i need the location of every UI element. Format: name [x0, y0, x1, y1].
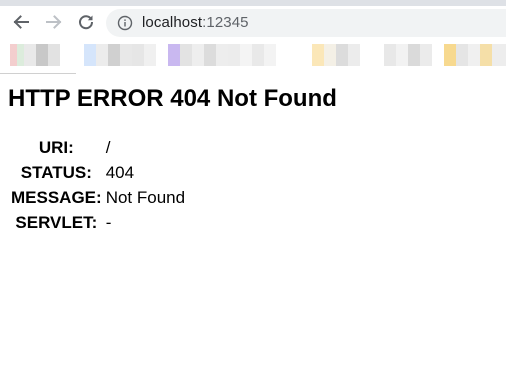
- page-content: HTTP ERROR 404 Not Found URI: / STATUS: …: [8, 84, 498, 232]
- bookmark-item[interactable]: [492, 44, 506, 66]
- bookmark-item[interactable]: [108, 44, 132, 66]
- bookmark-item[interactable]: [204, 44, 228, 66]
- bookmark-item[interactable]: [480, 44, 492, 66]
- url-port: :12345: [202, 14, 249, 31]
- back-button[interactable]: [7, 8, 35, 36]
- row-label-uri: URI:: [38, 137, 74, 157]
- bookmark-item[interactable]: [312, 44, 336, 66]
- error-details-table: URI: / STATUS: 404 MESSAGE: Not Found SE…: [9, 135, 187, 235]
- row-value-uri: /: [105, 137, 111, 157]
- bookmark-item[interactable]: [132, 44, 156, 66]
- bookmark-item[interactable]: [444, 44, 456, 66]
- address-bar[interactable]: localhost:12345: [106, 9, 506, 37]
- table-row: MESSAGE: Not Found: [11, 185, 185, 210]
- bookmark-item[interactable]: [84, 44, 96, 66]
- table-row: SERVLET: -: [11, 210, 185, 235]
- bookmark-item[interactable]: [228, 44, 252, 66]
- bookmark-item[interactable]: [168, 44, 180, 66]
- bookmark-item[interactable]: [96, 44, 108, 66]
- forward-button[interactable]: [40, 8, 68, 36]
- page-title: HTTP ERROR 404 Not Found: [8, 85, 337, 112]
- info-circle-icon[interactable]: [117, 15, 133, 31]
- bookmark-item[interactable]: [252, 44, 276, 66]
- row-value-status: 404: [105, 162, 135, 182]
- bookmark-item[interactable]: [10, 44, 24, 66]
- table-row: STATUS: 404: [11, 160, 185, 185]
- browser-toolbar: localhost:12345: [0, 6, 506, 40]
- bookmark-item[interactable]: [180, 44, 204, 66]
- browser-chrome: localhost:12345: [0, 0, 506, 76]
- toolbar-divider: [0, 73, 76, 74]
- reload-button[interactable]: [72, 8, 100, 36]
- row-label-servlet: SERVLET:: [15, 212, 98, 232]
- bookmark-item[interactable]: [456, 44, 480, 66]
- arrow-right-icon: [46, 15, 62, 29]
- row-value-message: Not Found: [105, 187, 186, 207]
- url-text[interactable]: localhost:12345: [142, 14, 249, 31]
- row-label-status: STATUS:: [20, 162, 92, 182]
- row-label-message: MESSAGE:: [11, 187, 102, 207]
- bookmark-item[interactable]: [384, 44, 408, 66]
- bookmark-item[interactable]: [36, 44, 60, 66]
- row-value-servlet: -: [105, 212, 112, 232]
- bookmarks-bar: [0, 40, 506, 70]
- bookmark-item[interactable]: [24, 44, 36, 66]
- table-row: URI: /: [11, 135, 185, 160]
- bookmark-item[interactable]: [408, 44, 432, 66]
- arrow-left-icon: [13, 15, 29, 29]
- reload-icon: [79, 15, 94, 30]
- bookmark-item[interactable]: [336, 44, 360, 66]
- url-host: localhost: [142, 14, 203, 31]
